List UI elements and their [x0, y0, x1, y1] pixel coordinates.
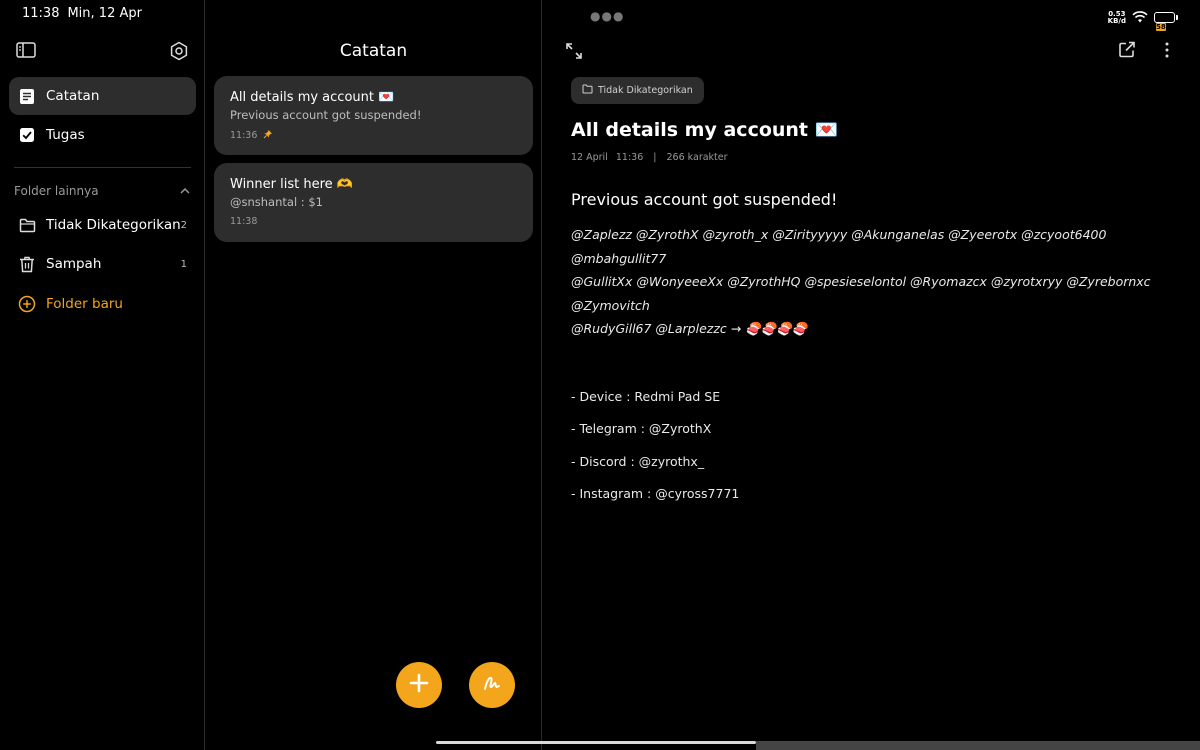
- open-external-icon[interactable]: [1118, 41, 1136, 59]
- folder-label: Tidak Dikategorikan: [46, 217, 181, 233]
- home-indicator[interactable]: [436, 741, 756, 744]
- note-card-time: 11:36: [230, 130, 258, 141]
- checkbox-icon: [18, 126, 36, 144]
- note-line: - Device : Redmi Pad SE: [571, 388, 721, 404]
- note-line: - Telegram : @ZyrothX: [571, 421, 712, 436]
- category-chip[interactable]: Tidak Dikategorikan: [571, 77, 704, 104]
- sidebar-item-tugas[interactable]: Tugas: [9, 116, 196, 154]
- note-line: - Instagram : @cyross7771: [571, 486, 740, 501]
- folder-label: Sampah: [46, 256, 102, 272]
- bottom-bar: [756, 741, 1200, 750]
- note-card[interactable]: All details my account 💌 Previous accoun…: [214, 76, 533, 155]
- sidebar-toggle-icon[interactable]: [16, 41, 36, 59]
- sidebar: Catatan Tugas Folder lainnya Tidak Dikat…: [0, 0, 205, 750]
- note-card-time: 11:38: [230, 216, 258, 227]
- folder-count: 2: [180, 219, 187, 231]
- category-label: Tidak Dikategorikan: [598, 85, 693, 96]
- new-folder-label: Folder baru: [46, 296, 123, 312]
- folder-icon: [582, 84, 593, 97]
- mentions-line: @Zaplezz @ZyrothX @zyroth_x @Zirityyyyy …: [571, 227, 1107, 266]
- folder-count: 1: [180, 258, 187, 270]
- note-headline: Previous account got suspended!: [571, 190, 838, 209]
- note-card[interactable]: Winner list here 🫶 @snshantal : $1 11:38: [214, 163, 533, 242]
- note-title[interactable]: All details my account 💌: [571, 118, 838, 141]
- handwriting-icon: [481, 672, 503, 698]
- new-folder-button[interactable]: Folder baru: [9, 285, 196, 323]
- folder-section-header[interactable]: Folder lainnya: [14, 184, 191, 198]
- note-char-count: 266 karakter: [666, 152, 728, 163]
- expand-icon[interactable]: [565, 42, 583, 60]
- note-icon: [18, 87, 36, 105]
- notes-list-panel: Catatan All details my account 💌 Previou…: [205, 0, 542, 750]
- note-meta: 12 April 11:36 | 266 karakter: [571, 152, 728, 163]
- note-card-title: Winner list here 🫶: [230, 177, 353, 192]
- note-time: 11:36: [615, 152, 644, 163]
- sidebar-divider: [14, 167, 191, 168]
- note-card-preview: @snshantal : $1: [230, 195, 323, 209]
- sidebar-folder-uncategorized[interactable]: Tidak Dikategorikan 2: [9, 206, 196, 244]
- trash-icon: [18, 255, 36, 273]
- note-card-preview: Previous account got suspended!: [230, 108, 422, 122]
- chevron-up-icon: [179, 184, 191, 198]
- sidebar-item-label: Catatan: [46, 88, 100, 104]
- pin-icon: [263, 129, 273, 142]
- plus-circle-icon: [18, 295, 36, 313]
- list-title: Catatan: [339, 41, 408, 61]
- sidebar-folder-trash[interactable]: Sampah 1: [9, 245, 196, 283]
- note-line: - Discord : @zyrothx_: [571, 453, 705, 469]
- mentions-line: @GullitXx @WonyeeeXx @ZyrothHQ @spesiese…: [571, 274, 1151, 313]
- more-vertical-icon[interactable]: [1158, 41, 1176, 59]
- sidebar-item-label: Tugas: [46, 127, 85, 143]
- drag-handle-icon[interactable]: ●●●: [590, 9, 624, 23]
- note-detail-panel: ●●● Tidak Dikategorikan All details my a…: [543, 0, 1200, 750]
- handwriting-button[interactable]: [469, 662, 515, 708]
- folder-section-label: Folder lainnya: [14, 184, 99, 198]
- folder-icon: [18, 216, 36, 234]
- note-body[interactable]: Previous account got suspended! @Zaplezz…: [571, 190, 1176, 517]
- add-note-button[interactable]: [396, 662, 442, 708]
- sidebar-item-catatan[interactable]: Catatan: [9, 77, 196, 115]
- note-mentions: @Zaplezz @ZyrothX @zyroth_x @Zirityyyyy …: [571, 223, 1176, 341]
- settings-gear-icon[interactable]: [169, 41, 189, 61]
- note-card-title: All details my account 💌: [230, 90, 395, 105]
- plus-icon: [409, 673, 429, 697]
- mentions-line: @RudyGill67 @Larplezzc → 🍣🍣🍣🍣: [571, 321, 808, 336]
- note-date: 12 April: [571, 152, 608, 163]
